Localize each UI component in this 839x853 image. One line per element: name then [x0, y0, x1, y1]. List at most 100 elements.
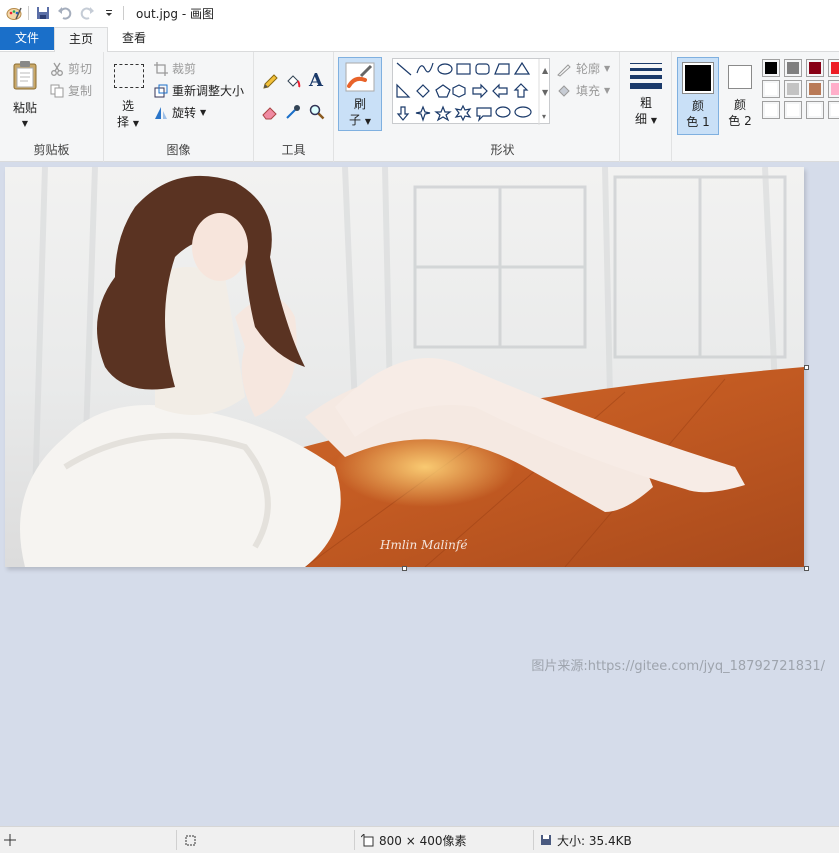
image-size-icon	[361, 833, 374, 846]
color1-button[interactable]: 颜 色 1	[677, 57, 719, 135]
select-label-1: 选	[121, 99, 134, 113]
line-width-icon	[630, 63, 662, 89]
chevron-down-icon: ▼	[21, 119, 29, 128]
file-size: 大小: 35.4KB	[540, 827, 632, 853]
palette-swatch[interactable]	[762, 80, 780, 98]
watermark-text: 图片来源:https://gitee.com/jyq_18792721831/	[531, 659, 825, 674]
fill-bucket-icon[interactable]	[285, 74, 301, 90]
resize-handle-corner[interactable]	[804, 566, 809, 571]
crop-button[interactable]: 裁剪	[154, 60, 196, 77]
palette-swatch-color	[809, 83, 821, 95]
separator	[176, 830, 177, 850]
photo-girl-sitting-on-floor: Hmlin Malinfé	[5, 167, 804, 567]
paste-button[interactable]: 粘贴 ▼	[4, 56, 46, 134]
text-tool-icon[interactable]: A	[309, 70, 323, 91]
tab-home[interactable]: 主页	[54, 27, 108, 53]
brushes-button[interactable]: 刷 子 ▼	[338, 57, 382, 131]
separator	[354, 830, 355, 850]
palette-swatch-color	[809, 62, 821, 74]
status-bar: 800 × 400像素 大小: 35.4KB	[0, 826, 839, 853]
palette-swatch[interactable]	[762, 101, 780, 119]
filesize-text: 大小: 35.4KB	[557, 833, 632, 848]
magnifier-icon[interactable]	[309, 104, 325, 120]
canvas-image[interactable]: Hmlin Malinfé	[5, 167, 804, 567]
palette-swatch[interactable]	[806, 80, 824, 98]
outline-icon	[557, 63, 571, 77]
palette-swatch[interactable]	[806, 59, 824, 77]
size-label-2: 细 ▼	[635, 112, 657, 126]
brush-icon	[345, 62, 375, 92]
palette-swatch[interactable]	[784, 80, 802, 98]
palette-swatch-color	[831, 104, 839, 116]
palette-swatch[interactable]	[784, 59, 802, 77]
copy-button[interactable]: 复制	[50, 82, 92, 99]
eraser-icon[interactable]	[262, 104, 278, 120]
palette-swatch-color	[765, 62, 777, 74]
palette-swatch-color	[787, 83, 799, 95]
shapes-gallery-icons: ▲ ▼ ▾	[396, 59, 549, 125]
color2-label-1: 颜	[733, 98, 746, 112]
tab-view[interactable]: 查看	[108, 27, 160, 52]
shapes-group: ▲ ▼ ▾ 轮廓 ▼ 填充 ▼ 形状	[386, 52, 620, 162]
outline-label: 轮廓	[576, 62, 601, 76]
svg-text:▲: ▲	[542, 66, 549, 75]
color-palette	[762, 59, 839, 123]
resize-button[interactable]: 重新调整大小	[154, 82, 244, 99]
select-label-2: 择 ▼	[117, 115, 139, 129]
canvas-workspace[interactable]: Hmlin Malinfé	[0, 162, 839, 826]
save-icon[interactable]	[35, 5, 51, 21]
redo-icon[interactable]	[79, 5, 95, 21]
resize-handle-bottom[interactable]	[402, 566, 407, 571]
clipboard-group: 粘贴 ▼ 剪切 复制 剪贴板	[0, 52, 104, 162]
crop-label: 裁剪	[172, 62, 197, 76]
size-label-1: 粗	[639, 96, 652, 110]
rotate-label: 旋转	[172, 106, 197, 120]
resize-label: 重新调整大小	[172, 84, 245, 98]
ribbon: 粘贴 ▼ 剪切 复制 剪贴板 选 择 ▼ 裁剪 重新调整大小 旋转 ▼ 图像 A…	[0, 52, 839, 162]
color2-button[interactable]: 颜 色 2	[720, 57, 760, 135]
cursor-position	[4, 827, 16, 853]
select-button[interactable]: 选 择 ▼	[110, 60, 146, 136]
paint-app-icon[interactable]	[6, 5, 22, 21]
size-group: 粗 细 ▼	[620, 52, 672, 162]
fill-button[interactable]: 填充 ▼	[556, 82, 610, 99]
palette-swatch-color	[831, 83, 839, 95]
chevron-down-icon: ▼	[200, 108, 207, 117]
cut-button[interactable]: 剪切	[50, 60, 92, 77]
palette-swatch[interactable]	[828, 80, 839, 98]
color2-swatch	[728, 65, 752, 89]
tab-file[interactable]: 文件	[0, 27, 54, 50]
resize-icon	[154, 84, 168, 97]
chevron-down-icon: ▼	[604, 64, 611, 73]
chevron-down-icon: ▼	[604, 86, 611, 95]
disk-icon	[541, 835, 551, 845]
tools-group: A 工具	[254, 52, 334, 162]
palette-swatch[interactable]	[828, 101, 839, 119]
palette-swatch-color	[809, 104, 821, 116]
svg-text:▼: ▼	[542, 88, 549, 97]
palette-swatch[interactable]	[784, 101, 802, 119]
palette-swatch-color	[765, 104, 777, 116]
palette-swatch[interactable]	[806, 101, 824, 119]
separator	[533, 830, 534, 850]
color2-label-2: 色 2	[728, 114, 752, 128]
palette-swatch-color	[787, 104, 799, 116]
image-dimensions: 800 × 400像素	[361, 827, 467, 853]
undo-icon[interactable]	[57, 5, 73, 21]
image-group-label: 图像	[166, 143, 191, 157]
svg-text:Hmlin Malinfé: Hmlin Malinfé	[379, 538, 467, 552]
brushes-label-2: 子 ▼	[349, 113, 371, 127]
cursor-position-icon	[4, 834, 16, 846]
shapes-gallery[interactable]: ▲ ▼ ▾	[392, 58, 550, 125]
pencil-icon[interactable]	[262, 74, 278, 90]
separator	[123, 6, 124, 20]
customize-quick-access-icon[interactable]	[101, 5, 117, 21]
size-button[interactable]: 粗 细 ▼	[624, 57, 668, 131]
outline-button[interactable]: 轮廓 ▼	[556, 60, 610, 77]
resize-handle-right[interactable]	[804, 365, 809, 370]
palette-swatch[interactable]	[828, 59, 839, 77]
palette-swatch[interactable]	[762, 59, 780, 77]
color-picker-icon[interactable]	[285, 104, 301, 120]
rotate-button[interactable]: 旋转 ▼	[154, 104, 206, 121]
ribbon-tabs: 文件 主页 查看	[0, 26, 839, 53]
